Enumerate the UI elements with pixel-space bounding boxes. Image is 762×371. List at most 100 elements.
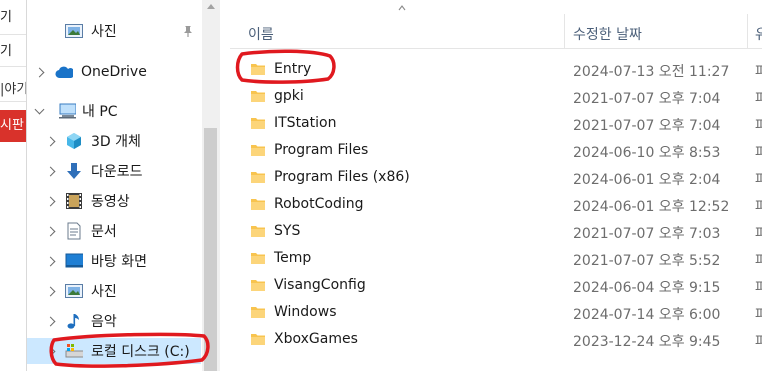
nav-item-label: 문서: [91, 224, 117, 240]
chevron-right-icon[interactable]: [45, 136, 55, 146]
background-window-edge: 기 기 |야기 시판: [0, 0, 27, 371]
file-date-modified: 2021-07-07 오후 5:52: [573, 253, 721, 269]
file-type: 파: [755, 64, 762, 80]
file-type: 파: [755, 226, 762, 242]
nav-item-this-pc[interactable]: 내 PC: [27, 98, 201, 124]
nav-item-3d-objects[interactable]: 3D 개체: [27, 128, 201, 154]
downloads-icon: [65, 163, 83, 179]
file-date-modified: 2021-07-07 오후 7:04: [573, 91, 721, 107]
onedrive-cloud-icon: [55, 64, 73, 80]
file-type: 파: [755, 145, 762, 161]
file-type: 파: [755, 91, 762, 107]
file-name: Windows: [274, 304, 337, 320]
folder-icon: [251, 172, 265, 183]
nav-item-documents[interactable]: 문서: [27, 218, 201, 244]
scrollbar-thumb[interactable]: [204, 128, 217, 371]
chevron-right-icon[interactable]: [45, 196, 55, 206]
file-row[interactable]: SYS 2021-07-07 오후 7:03 파: [230, 219, 762, 246]
nav-item-downloads[interactable]: 다운로드: [27, 158, 201, 184]
file-name: Temp: [274, 250, 312, 266]
local-disk-icon: [65, 343, 83, 359]
pictures-icon: [65, 23, 83, 39]
chevron-right-icon[interactable]: [45, 256, 55, 266]
videos-icon: [65, 193, 83, 209]
column-header-type[interactable]: 유: [755, 24, 762, 44]
background-text: |야기: [0, 82, 26, 97]
file-row[interactable]: gpki 2021-07-07 오후 7:04 파: [230, 84, 762, 111]
nav-item-label: 내 PC: [82, 104, 118, 120]
file-row[interactable]: Windows 2024-07-14 오후 6:00 파: [230, 300, 762, 327]
nav-item-videos[interactable]: 동영상: [27, 188, 201, 214]
column-separator[interactable]: [564, 14, 565, 48]
file-type: 파: [755, 253, 762, 269]
nav-item-pictures[interactable]: 사진: [27, 278, 201, 304]
scroll-up-arrow-icon[interactable]: [207, 4, 215, 9]
file-type: 파: [755, 118, 762, 134]
folder-icon: [251, 145, 265, 156]
folder-icon: [251, 253, 265, 264]
file-type: 파: [755, 280, 762, 296]
file-name: RobotCoding: [274, 196, 364, 212]
column-header-date-modified[interactable]: 수정한 날짜: [573, 24, 642, 44]
file-row[interactable]: RobotCoding 2024-06-01 오후 12:52 파: [230, 192, 762, 219]
nav-item-desktop[interactable]: 바탕 화면: [27, 248, 201, 274]
chevron-down-icon[interactable]: [34, 106, 44, 116]
file-type: 파: [755, 307, 762, 323]
file-date-modified: 2024-06-01 오후 2:04: [573, 172, 721, 188]
file-date-modified: 2024-07-14 오후 6:00: [573, 307, 721, 323]
file-row[interactable]: Program Files 2024-06-10 오후 8:53 파: [230, 138, 762, 165]
background-text: 기: [0, 44, 12, 59]
3d-objects-icon: [65, 133, 83, 149]
nav-item-label: OneDrive: [81, 64, 147, 80]
folder-icon: [251, 226, 265, 237]
music-note-icon: [65, 313, 83, 329]
file-row[interactable]: VisangConfig 2024-06-04 오후 9:15 파: [230, 273, 762, 300]
nav-item-label: 3D 개체: [91, 134, 141, 150]
file-row[interactable]: Temp 2021-07-07 오후 5:52 파: [230, 246, 762, 273]
folder-icon: [251, 199, 265, 210]
folder-icon: [251, 118, 265, 129]
nav-item-local-disk-c[interactable]: 로컬 디스크 (C:): [27, 338, 201, 364]
chevron-right-icon[interactable]: [45, 316, 55, 326]
file-row[interactable]: ITStation 2021-07-07 오후 7:04 파: [230, 111, 762, 138]
nav-item-pictures-quick[interactable]: 사진: [27, 18, 201, 44]
nav-item-label: 바탕 화면: [91, 254, 147, 270]
nav-item-label: 사진: [91, 284, 117, 300]
file-date-modified: 2024-07-13 오전 11:27: [573, 64, 730, 80]
chevron-right-icon[interactable]: [45, 286, 55, 296]
file-date-modified: 2021-07-07 오후 7:04: [573, 118, 721, 134]
file-name: Program Files: [274, 142, 369, 158]
chevron-right-icon[interactable]: [34, 67, 44, 77]
nav-item-label: 사진: [91, 24, 117, 40]
this-pc-icon: [58, 103, 76, 119]
file-row[interactable]: XboxGames 2023-12-24 오후 9:45 파: [230, 327, 762, 354]
pane-divider[interactable]: [219, 0, 220, 371]
file-row[interactable]: Program Files (x86) 2024-06-01 오후 2:04 파: [230, 165, 762, 192]
file-list: 이름 수정한 날짜 유 Entry 2024-07-13 오전 11:27 파 gpk…: [230, 0, 762, 371]
column-separator[interactable]: [747, 14, 748, 48]
column-header-name[interactable]: 이름: [248, 24, 274, 44]
chevron-right-icon[interactable]: [45, 166, 55, 176]
desktop-icon: [65, 253, 83, 269]
pin-icon[interactable]: [182, 25, 194, 37]
nav-item-label: 동영상: [91, 194, 130, 210]
file-type: 파: [755, 199, 762, 215]
file-type: 파: [755, 172, 762, 188]
file-row[interactable]: Entry 2024-07-13 오전 11:27 파: [230, 57, 762, 84]
file-name: SYS: [274, 223, 301, 239]
file-name: gpki: [274, 88, 304, 104]
folder-icon: [251, 334, 265, 345]
file-date-modified: 2021-07-07 오후 7:03: [573, 226, 721, 242]
column-header-row: 이름 수정한 날짜 유: [230, 5, 762, 49]
file-date-modified: 2023-12-24 오후 9:45: [573, 334, 721, 350]
chevron-right-icon[interactable]: [45, 226, 55, 236]
file-name: Program Files (x86): [274, 169, 410, 185]
nav-item-onedrive[interactable]: OneDrive: [27, 59, 201, 85]
navigation-pane: 사진 OneDrive 내 PC 3D 개체 다운로드 동영상 문서 바탕 화면…: [27, 0, 219, 371]
chevron-right-icon[interactable]: [45, 346, 55, 356]
documents-icon: [65, 222, 83, 240]
folder-icon: [251, 307, 265, 318]
nav-item-music[interactable]: 음악: [27, 308, 201, 334]
navigation-scrollbar[interactable]: [202, 0, 219, 371]
nav-item-label: 다운로드: [91, 164, 143, 180]
